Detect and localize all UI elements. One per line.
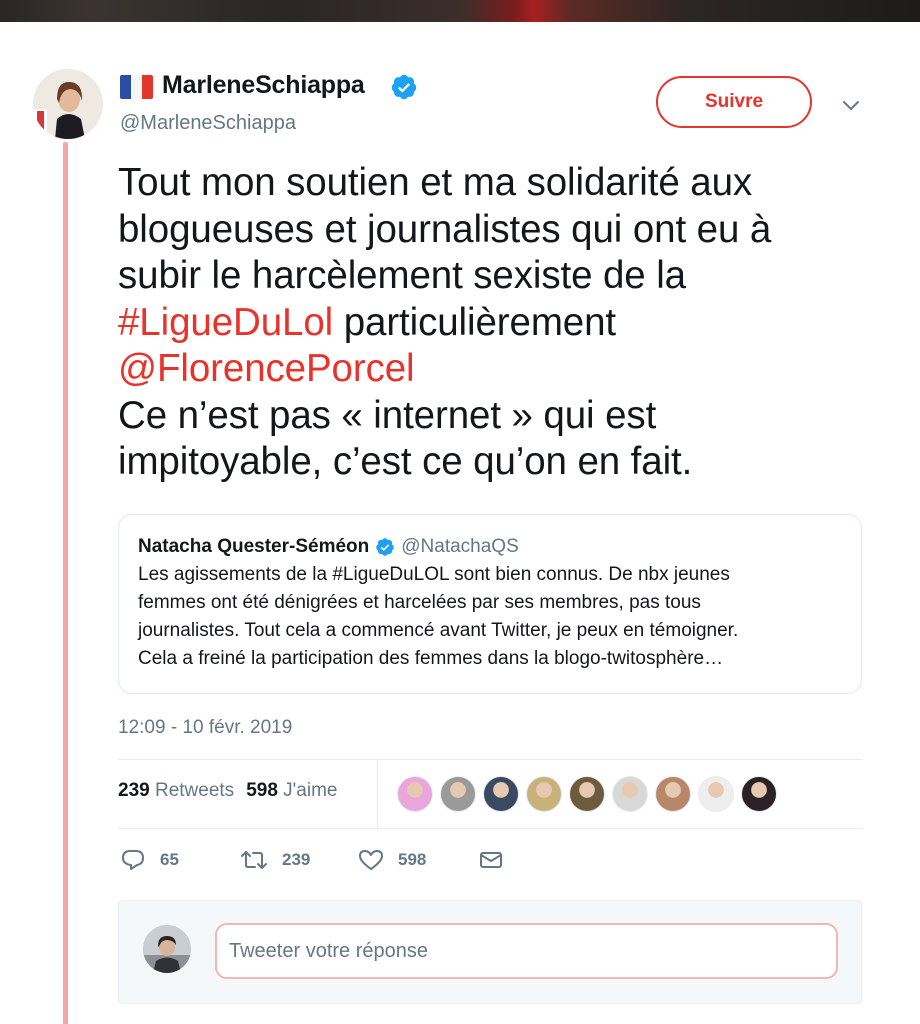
tweet-timestamp[interactable]: 12:09 - 10 févr. 2019 xyxy=(118,717,292,739)
likes-label[interactable]: J'aime xyxy=(283,780,337,801)
quoted-line: Cela a freiné la participation des femme… xyxy=(138,648,724,669)
divider xyxy=(118,828,862,829)
liker-avatar[interactable] xyxy=(612,776,648,812)
likes-count[interactable]: 598 xyxy=(246,780,278,801)
tweet-line: impitoyable, c’est ce qu’on en fait. xyxy=(118,440,693,483)
flag-france-icon xyxy=(120,75,153,99)
mention-link[interactable]: @FlorencePorcel xyxy=(118,347,415,390)
heart-icon xyxy=(359,850,383,870)
envelope-icon xyxy=(480,852,502,868)
reply-button[interactable]: 65 xyxy=(120,848,179,872)
liker-avatars xyxy=(397,776,784,812)
retweet-count: 239 xyxy=(282,850,311,869)
liker-avatar[interactable] xyxy=(569,776,605,812)
chevron-down-icon[interactable] xyxy=(840,94,862,116)
tweet-card: MarleneSchiappa @MarleneSchiappa Suivre … xyxy=(0,22,920,1024)
tweet-line: Ce n’est pas « internet » qui est xyxy=(118,393,657,437)
author-name[interactable]: MarleneSchiappa xyxy=(162,71,365,100)
reply-count: 65 xyxy=(160,850,179,869)
tweet-line: @FlorencePorcel xyxy=(118,346,878,393)
message-button[interactable] xyxy=(478,848,518,872)
user-avatar[interactable] xyxy=(143,925,191,973)
quoted-line: Les agissements de la #LigueDuLOL sont b… xyxy=(138,564,730,585)
thread-line xyxy=(63,142,68,1024)
retweets-label[interactable]: Retweets xyxy=(155,780,234,801)
engagement-stats: 239 Retweets 598 J'aime xyxy=(118,780,337,802)
liker-avatar[interactable] xyxy=(483,776,519,812)
verified-badge-icon xyxy=(376,538,395,556)
liker-avatar[interactable] xyxy=(741,776,777,812)
quoted-line: journalistes. Tout cela a commencé avant… xyxy=(138,620,739,641)
follow-button[interactable]: Suivre xyxy=(656,76,812,128)
retweet-icon xyxy=(241,851,267,869)
tweet-actions: 65 239 598 xyxy=(120,848,540,878)
tweet-line: blogueuses et journalistes qui ont eu à xyxy=(118,207,772,251)
reply-composer xyxy=(118,900,862,1004)
verified-badge-icon xyxy=(391,74,417,100)
like-count: 598 xyxy=(398,850,427,869)
like-button[interactable]: 598 xyxy=(358,848,426,872)
author-avatar[interactable] xyxy=(33,69,103,139)
reply-input[interactable] xyxy=(215,923,838,979)
liker-avatar[interactable] xyxy=(397,776,433,812)
tweet-text: Tout mon soutien et ma solidarité aux bl… xyxy=(118,160,878,486)
retweet-button[interactable]: 239 xyxy=(240,848,310,872)
tweet-line: subir le harcèlement sexiste de la xyxy=(118,254,686,297)
quoted-line: femmes ont été dénigrées et harcelées pa… xyxy=(138,592,701,613)
liker-avatar[interactable] xyxy=(698,776,734,812)
author-handle[interactable]: @MarleneSchiappa xyxy=(120,112,296,135)
liker-avatar[interactable] xyxy=(440,776,476,812)
background-photo-strip xyxy=(0,0,920,22)
divider xyxy=(377,760,378,828)
liker-avatar[interactable] xyxy=(526,776,562,812)
reply-icon xyxy=(122,850,144,870)
liker-avatar[interactable] xyxy=(655,776,691,812)
quoted-author-name: Natacha Quester-Séméon xyxy=(138,536,370,557)
retweets-count[interactable]: 239 xyxy=(118,780,150,801)
divider xyxy=(118,759,862,760)
hashtag-link[interactable]: #LigueDuLol xyxy=(118,301,333,344)
quoted-author-handle: @NatachaQS xyxy=(401,536,519,557)
quoted-tweet-header: Natacha Quester-Séméon @NatachaQS xyxy=(138,536,519,558)
tweet-line: #LigueDuLol particulièrement xyxy=(118,300,878,347)
quoted-tweet-body: Les agissements de la #LigueDuLOL sont b… xyxy=(138,561,853,673)
tweet-fragment: particulièrement xyxy=(333,300,617,344)
quoted-tweet[interactable]: Natacha Quester-Séméon @NatachaQS Les ag… xyxy=(118,514,862,694)
tweet-line: Tout mon soutien et ma solidarité aux xyxy=(118,161,753,204)
